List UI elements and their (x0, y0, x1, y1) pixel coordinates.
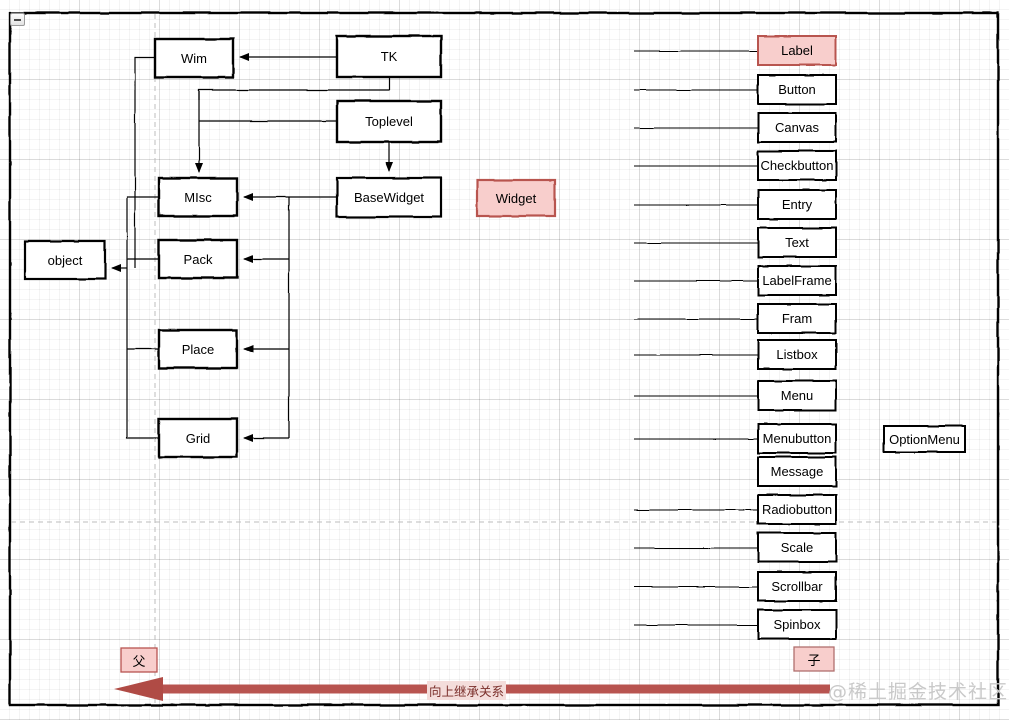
legend-arrow-label: 向上继承关系 (427, 681, 507, 700)
collapse-icon[interactable] (10, 13, 25, 26)
minus-glyph (14, 18, 21, 21)
node-boxes-left (23, 37, 239, 459)
node-boxes-right (757, 35, 966, 640)
edge-group-widgetlist (634, 50, 758, 626)
node-boxes-middle (335, 34, 557, 219)
legend-boxes (120, 646, 835, 673)
watermark: @稀土掘金技术社区 (828, 681, 1009, 703)
diagram-edges-layer (8, 11, 1000, 707)
